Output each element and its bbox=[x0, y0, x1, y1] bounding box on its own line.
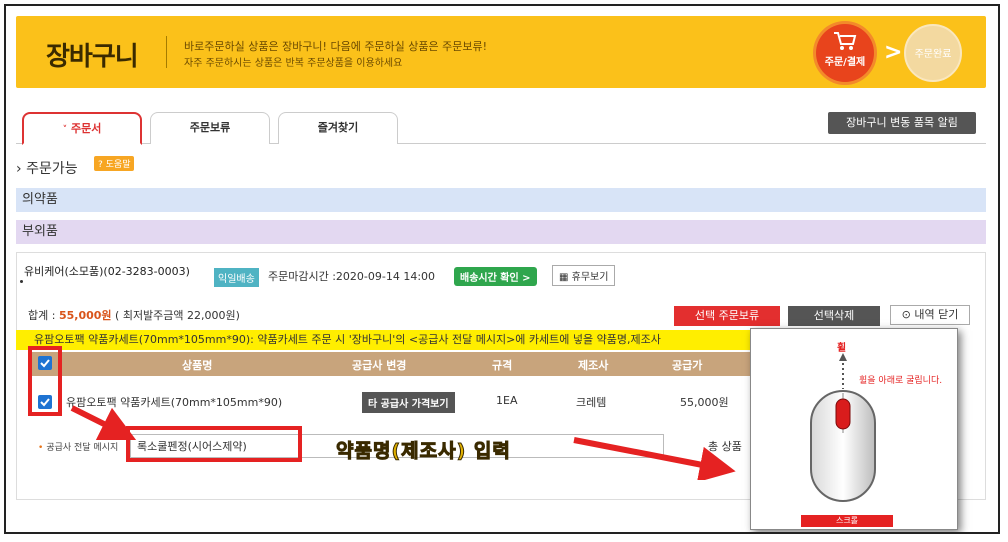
header-divider bbox=[166, 36, 167, 68]
scroll-hint-text: 휠을 아래로 굴립니다. bbox=[859, 376, 943, 386]
chevron-circle-icon: ⊙ bbox=[901, 308, 911, 321]
col-supplier-change: 공급사 변경 bbox=[352, 359, 407, 372]
table-header: 상품명 공급사 변경 규격 제조사 공급가 bbox=[32, 352, 776, 376]
product-notice: 유팜오토팩 약품카세트(70mm*105mm*90): 약품카세트 주문 시 '… bbox=[16, 330, 776, 350]
delivery-badge: 익일배송 bbox=[214, 268, 259, 287]
product-price: 55,000원 bbox=[680, 396, 729, 409]
bullet-icon bbox=[20, 280, 23, 283]
delivery-time-button[interactable]: 배송시간 확인 > bbox=[454, 267, 537, 286]
arrow-to-popup-icon bbox=[573, 437, 736, 480]
cart-change-notice-button[interactable]: 장바구니 변동 품목 알림 bbox=[828, 112, 976, 134]
step-active-label: 주문/결제 bbox=[824, 57, 866, 68]
holiday-button-label: 휴무보기 bbox=[571, 272, 609, 283]
tab-order-sheet-label: 주문서 bbox=[70, 122, 102, 135]
scroll-label: 스크롤 bbox=[801, 515, 893, 527]
calendar-icon: ▦ bbox=[559, 272, 569, 283]
check-icon bbox=[40, 359, 50, 368]
min-order: ( 최저발주금액 22,000원) bbox=[115, 309, 240, 322]
product-maker: 크레템 bbox=[576, 396, 607, 409]
col-spec: 규격 bbox=[492, 359, 513, 372]
total-label: 합계 : bbox=[28, 309, 59, 322]
section-title-label: 주문가능 bbox=[26, 161, 78, 177]
col-maker: 제조사 bbox=[578, 359, 609, 372]
check-icon bbox=[40, 398, 50, 407]
section-title: › 주문가능 bbox=[16, 158, 78, 178]
row-checkbox[interactable] bbox=[38, 395, 52, 409]
supplier-name: 유비케어(소모품)(02-3283-0003) bbox=[24, 265, 190, 278]
step-arrow-icon: > bbox=[884, 40, 903, 65]
select-all-checkbox[interactable] bbox=[38, 356, 52, 370]
header-description-1: 바로주문하실 상품은 장바구니! 다음에 주문하실 상품은 주문보류! bbox=[184, 40, 488, 53]
annotation-label: 약품명(제조사) 입력 bbox=[336, 440, 511, 463]
cart-header: 장바구니 바로주문하실 상품은 장바구니! 다음에 주문하실 상품은 주문보류!… bbox=[16, 16, 986, 88]
cart-icon bbox=[834, 32, 857, 50]
step-order-complete: 주문완료 bbox=[904, 24, 962, 82]
chevron-down-icon: ˅ bbox=[62, 125, 68, 135]
scroll-arrow-icon bbox=[839, 353, 847, 389]
collapse-details-button[interactable]: ⊙ 내역 닫기 bbox=[890, 305, 970, 325]
category-medicine[interactable]: 의약품 bbox=[16, 188, 986, 212]
delete-selected-button[interactable]: 선택삭제 bbox=[788, 306, 880, 326]
category-quasi-drug[interactable]: 부외품 bbox=[16, 220, 986, 244]
help-button[interactable]: ? 도움말 bbox=[94, 156, 135, 171]
page-title: 장바구니 bbox=[46, 42, 139, 72]
screenshot-frame: 장바구니 바로주문하실 상품은 장바구니! 다음에 주문하실 상품은 주문보류!… bbox=[4, 4, 1000, 534]
tab-order-hold[interactable]: 주문보류 bbox=[150, 112, 270, 144]
tab-favorites[interactable]: 즐겨찾기 bbox=[278, 112, 398, 144]
header-description-2: 자주 주문하시는 상품은 반복 주문상품을 이용하세요 bbox=[184, 58, 403, 69]
order-total: 합계 : 55,000원 ( 최저발주금액 22,000원) bbox=[28, 307, 240, 323]
collapse-label: 내역 닫기 bbox=[914, 308, 959, 321]
order-deadline: 주문마감시간 :2020-09-14 14:00 bbox=[268, 270, 436, 283]
tab-order-sheet[interactable]: ˅ 주문서 bbox=[22, 112, 142, 145]
col-product-name: 상품명 bbox=[182, 359, 213, 372]
mouse-icon bbox=[810, 390, 876, 502]
holiday-button[interactable]: ▦ 휴무보기 bbox=[552, 265, 616, 286]
total-amount: 55,000원 bbox=[58, 309, 112, 322]
col-price: 공급가 bbox=[672, 359, 703, 372]
arrow-to-message-icon bbox=[70, 405, 137, 441]
hold-selected-button[interactable]: 선택 주문보류 bbox=[674, 306, 780, 326]
chevron-right-icon: › bbox=[16, 161, 22, 177]
compare-price-button[interactable]: 타 공급사 가격보기 bbox=[362, 392, 455, 413]
wheel-label: 휠 bbox=[837, 343, 847, 354]
product-spec: 1EA bbox=[496, 394, 518, 407]
scroll-hint-popup: 휠 휠을 아래로 굴립니다. 스크롤 bbox=[750, 328, 958, 530]
step-order-payment: 주문/결제 bbox=[816, 24, 874, 82]
